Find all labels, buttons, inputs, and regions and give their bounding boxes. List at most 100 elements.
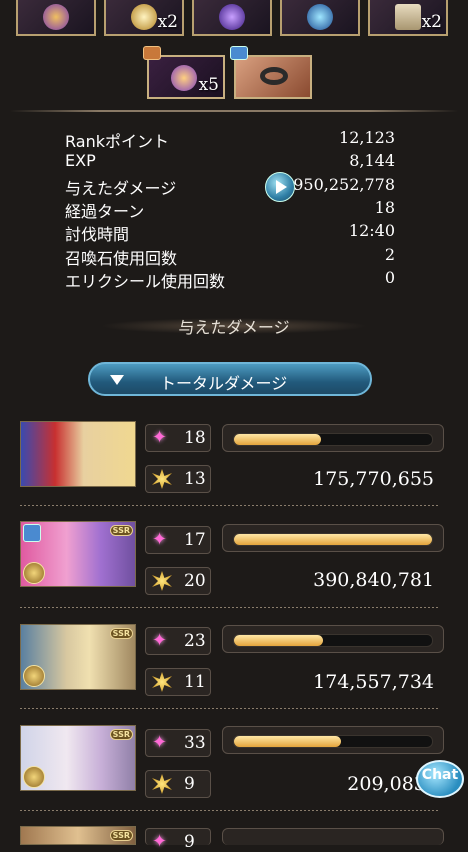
charge-count-box: 20 [145, 567, 211, 595]
purple-orb-icon [219, 4, 245, 30]
sparkle-icon: ✦ [152, 529, 168, 550]
bar-track [233, 433, 433, 446]
reward-slot-4[interactable] [280, 0, 360, 36]
character-portrait[interactable]: SSR [20, 826, 136, 845]
ring-icon [260, 67, 288, 85]
sparkle-icon: ✦ [152, 831, 168, 852]
reward-count: x2 [157, 12, 178, 32]
row-separator [20, 505, 440, 506]
character-portrait[interactable]: SSR [20, 725, 136, 791]
stat-value: 8,144 [349, 151, 395, 170]
section-title: 与えたダメージ [178, 318, 290, 337]
damage-value: 175,770,655 [313, 468, 434, 490]
row-separator [20, 810, 440, 811]
treasure-chest-icon [143, 46, 161, 60]
skill-count: 33 [184, 733, 206, 753]
damage-bar [222, 726, 444, 754]
rarity-badge: SSR [109, 628, 133, 639]
character-portrait[interactable]: SSR [20, 624, 136, 690]
stat-value: 0 [384, 268, 395, 287]
stat-label: Rankポイント [65, 132, 169, 151]
burst-icon [152, 672, 172, 692]
ornamental-divider [10, 110, 458, 112]
charge-count-box: 13 [145, 465, 211, 493]
element-emblem-icon [23, 766, 45, 788]
element-emblem-icon [23, 665, 45, 687]
skill-count: 9 [184, 832, 195, 852]
character-portrait[interactable] [20, 421, 136, 487]
dropdown-label: トータルダメージ [160, 374, 288, 393]
ring-badge-icon [23, 524, 41, 542]
stat-label: エリクシール使用回数 [65, 272, 226, 291]
total-damage-dropdown[interactable]: トータルダメージ [88, 362, 372, 396]
stat-label: 討伐時間 [65, 225, 130, 244]
charge-count: 9 [184, 774, 195, 794]
element-emblem-icon [23, 562, 45, 584]
stat-label: 与えたダメージ [65, 179, 177, 198]
drop-count: x5 [198, 75, 219, 95]
rarity-badge: SSR [109, 729, 133, 740]
stat-label: 経過ターン [65, 202, 145, 221]
sparkle-icon: ✦ [152, 630, 168, 651]
damage-bar [222, 524, 444, 552]
stat-elixir-uses: エリクシール使用回数 0 [65, 268, 395, 291]
damage-value: 390,840,781 [313, 569, 434, 591]
skill-count: 23 [184, 631, 206, 651]
blue-orb-icon [307, 4, 333, 30]
stat-elapsed-turns: 経過ターン 18 [65, 198, 395, 221]
bar-track [233, 634, 433, 647]
stat-label: 召喚石使用回数 [65, 249, 178, 268]
skill-count-box: ✦ 33 [145, 729, 211, 757]
skill-count-box: ✦ 17 [145, 526, 211, 554]
reward-slot-2[interactable]: x2 [104, 0, 184, 36]
stat-rank-points: Rankポイント 12,123 [65, 128, 395, 151]
drop-item-ring[interactable] [234, 55, 312, 99]
burst-icon [152, 571, 172, 591]
drop-item-feather[interactable]: x5 [147, 55, 225, 99]
stat-clear-time: 討伐時間 12:40 [65, 221, 395, 244]
skill-count: 17 [184, 530, 206, 550]
bar-fill [234, 736, 341, 747]
rarity-badge: SSR [109, 830, 133, 841]
stat-label: EXP [65, 151, 96, 170]
charge-count: 20 [184, 571, 206, 591]
row-separator [20, 708, 440, 709]
charge-count-box: 9 [145, 770, 211, 798]
burst-icon [152, 774, 172, 794]
skill-count-box: ✦ 18 [145, 424, 211, 452]
skill-count-box: ✦ 9 [145, 828, 211, 852]
burst-icon [152, 469, 172, 489]
reward-slot-5[interactable]: x2 [368, 0, 448, 36]
bar-fill [234, 434, 322, 445]
stat-value: 2 [384, 245, 395, 264]
reward-slot-3[interactable] [192, 0, 272, 36]
scroll-icon [395, 4, 421, 30]
sparkle-icon: ✦ [152, 427, 168, 448]
reward-count: x2 [421, 12, 442, 32]
charge-count: 13 [184, 469, 206, 489]
character-portrait[interactable]: SSR [20, 521, 136, 587]
feather-item-icon [171, 65, 197, 91]
damage-value: 174,557,734 [313, 671, 434, 693]
sparkle-icon: ✦ [152, 732, 168, 753]
bar-track [233, 735, 433, 748]
damage-bar [222, 424, 444, 452]
stat-value: 12:40 [348, 221, 395, 240]
chat-button[interactable]: Chat [416, 760, 464, 798]
blue-chest-icon [230, 46, 248, 60]
stat-value: 12,123 [339, 128, 395, 147]
feather-item-icon [43, 4, 69, 30]
stat-value: 18 [374, 198, 395, 217]
skill-count-box: ✦ 23 [145, 627, 211, 655]
chevron-down-icon [110, 375, 124, 385]
stat-summon-uses: 召喚石使用回数 2 [65, 245, 395, 268]
bar-fill [234, 635, 324, 646]
stat-damage-dealt: 与えたダメージ 950,252,778 [65, 175, 395, 198]
reward-slot-1[interactable] [16, 0, 96, 36]
stat-value: 950,252,778 [293, 175, 395, 194]
bar-track [233, 533, 433, 546]
skill-count: 18 [184, 428, 206, 448]
damage-bar [222, 828, 444, 845]
charge-count-box: 11 [145, 668, 211, 696]
bar-fill [234, 534, 432, 545]
